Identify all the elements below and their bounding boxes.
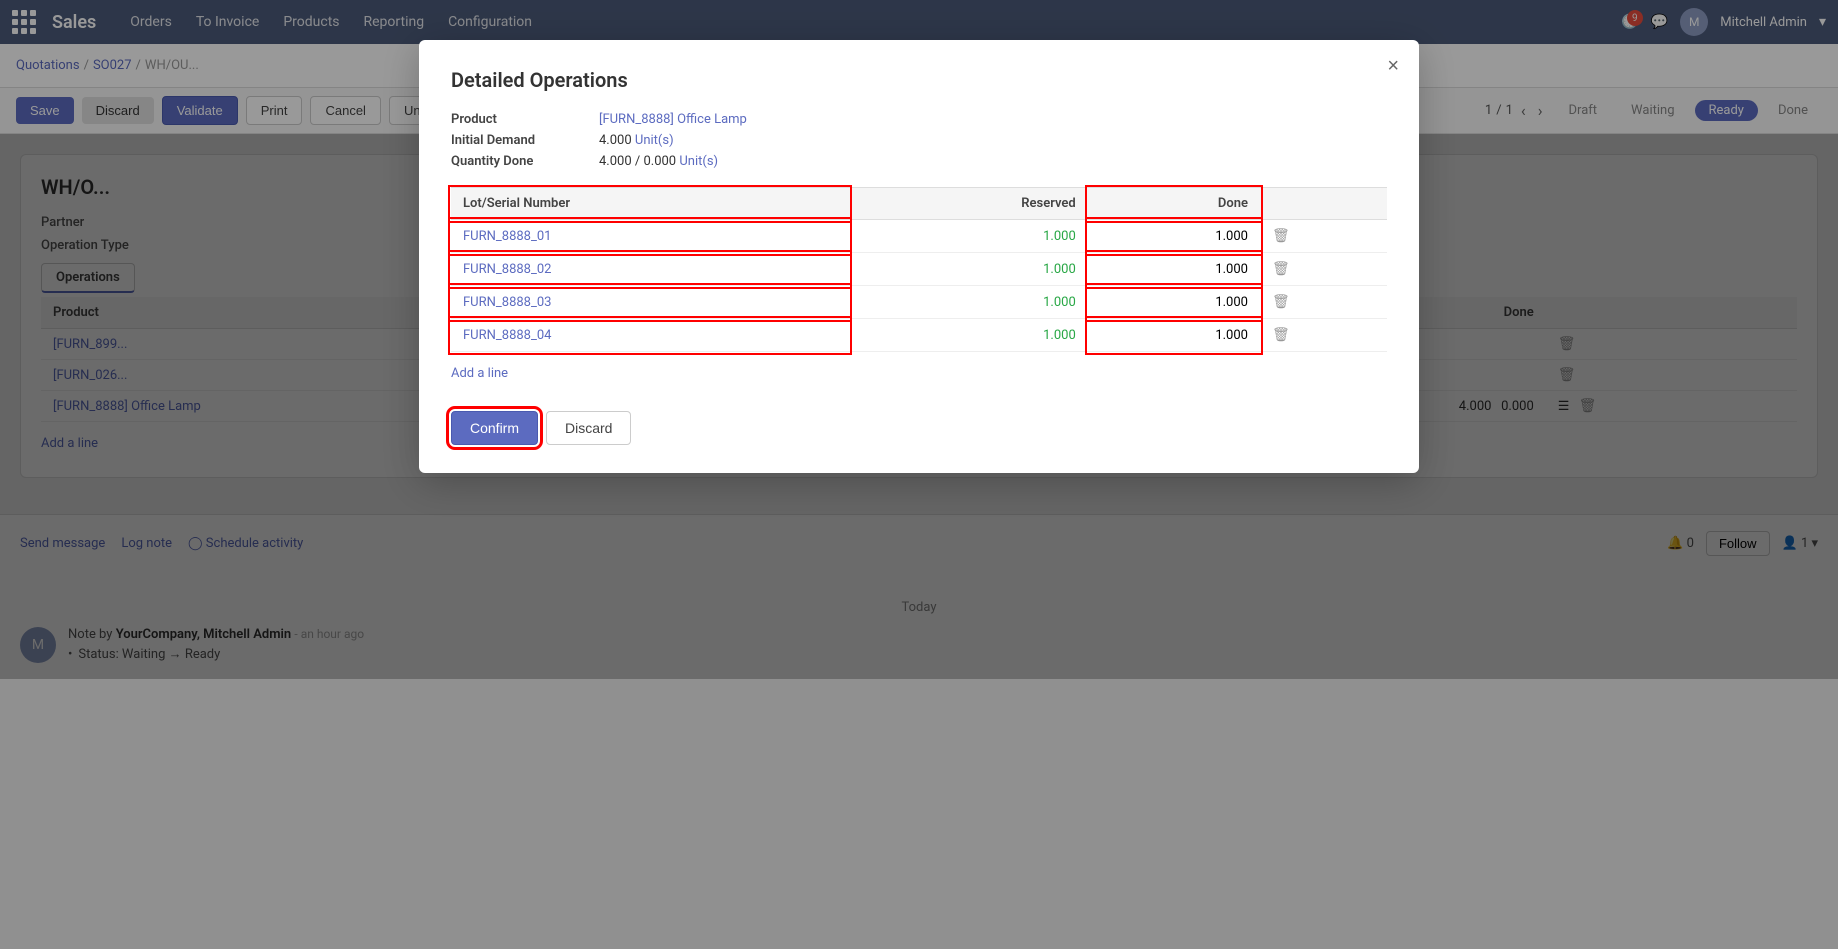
modal-reserved-3: 1.000 [849,286,1088,319]
modal-reserved-4: 1.000 [849,319,1088,352]
modal-done-2[interactable]: 1.000 [1088,253,1260,286]
modal-lot-2[interactable]: FURN_8888_02 [451,253,849,286]
modal-title: Detailed Operations [451,68,1387,92]
modal-close-button[interactable]: × [1387,56,1399,76]
modal-done-3[interactable]: 1.000 [1088,286,1260,319]
modal-done-4[interactable]: 1.000 [1088,319,1260,352]
modal-table-row: FURN_8888_01 1.000 1.000 🗑 [451,220,1387,253]
modal-done-1[interactable]: 1.000 [1088,220,1260,253]
modal-table: Lot/Serial Number Reserved Done FURN_888… [451,187,1387,352]
modal-table-row: FURN_8888_02 1.000 1.000 🗑 [451,253,1387,286]
modal-col-delete [1260,188,1387,220]
modal-lot-4[interactable]: FURN_8888_04 [451,319,849,352]
modal-qty-done-row: Quantity Done 4.000 / 0.000 Unit(s) [451,154,1387,169]
modal-table-row: FURN_8888_04 1.000 1.000 🗑 [451,319,1387,352]
modal-qty-done-value: 4.000 / 0.000 Unit(s) [599,154,718,169]
modal-add-line-button[interactable]: Add a line [451,360,1387,387]
modal-delete-icon-3[interactable]: 🗑 [1272,294,1290,310]
modal-lot-1[interactable]: FURN_8888_01 [451,220,849,253]
modal-col-lot: Lot/Serial Number [451,188,849,220]
modal-reserved-2: 1.000 [849,253,1088,286]
modal-initial-demand-value: 4.000 Unit(s) [599,133,674,148]
modal-overlay: Detailed Operations × Product [FURN_8888… [0,0,1838,949]
modal-product-label: Product [451,112,591,127]
modal-delete-icon-1[interactable]: 🗑 [1272,228,1290,244]
modal-discard-button[interactable]: Discard [546,411,631,445]
modal-delete-icon-2[interactable]: 🗑 [1272,261,1290,277]
modal-initial-demand-label: Initial Demand [451,133,591,148]
modal-product-row: Product [FURN_8888] Office Lamp [451,112,1387,127]
modal-lot-3[interactable]: FURN_8888_03 [451,286,849,319]
modal-col-done: Done [1088,188,1260,220]
modal-footer: Confirm Discard [451,411,1387,445]
confirm-button[interactable]: Confirm [451,411,538,445]
modal-qty-done-label: Quantity Done [451,154,591,169]
modal-delete-icon-4[interactable]: 🗑 [1272,327,1290,343]
modal-detailed-operations: Detailed Operations × Product [FURN_8888… [419,40,1419,473]
modal-col-reserved: Reserved [849,188,1088,220]
modal-product-value[interactable]: [FURN_8888] Office Lamp [599,112,747,127]
modal-initial-demand-row: Initial Demand 4.000 Unit(s) [451,133,1387,148]
modal-reserved-1: 1.000 [849,220,1088,253]
modal-table-row: FURN_8888_03 1.000 1.000 🗑 [451,286,1387,319]
